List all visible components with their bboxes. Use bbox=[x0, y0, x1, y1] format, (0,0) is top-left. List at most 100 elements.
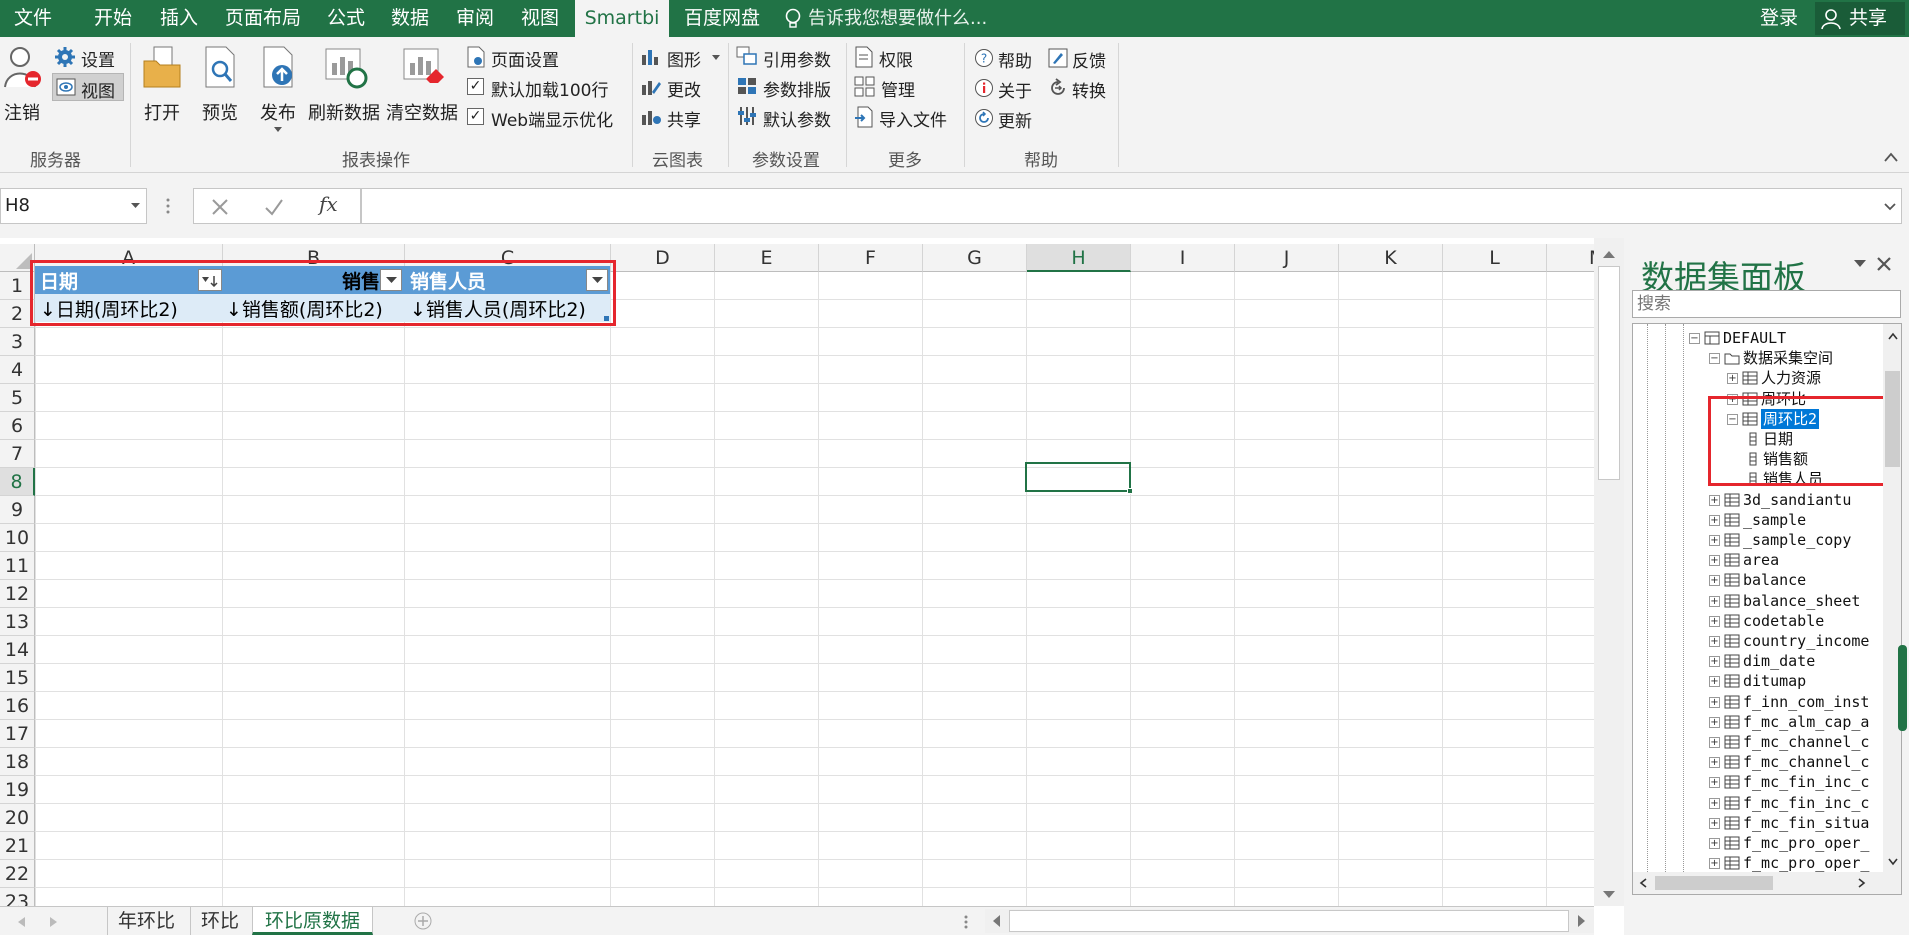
scroll-down-icon[interactable] bbox=[1603, 891, 1615, 899]
tree-item[interactable]: − DEFAULT bbox=[1633, 328, 1883, 348]
web-display-opt-checkbox[interactable]: ✓ Web端显示优化 bbox=[464, 104, 624, 131]
tree-scroll-thumb[interactable] bbox=[1885, 371, 1900, 467]
row-header[interactable]: 17 bbox=[0, 720, 35, 748]
preview-button[interactable]: 预览 bbox=[196, 43, 244, 124]
row-header[interactable]: 23 bbox=[0, 888, 35, 906]
tab-insert[interactable]: 插入 bbox=[160, 0, 198, 37]
tree-item[interactable]: + f_inn_com_inst bbox=[1633, 692, 1883, 712]
chevron-down-icon[interactable] bbox=[131, 203, 140, 209]
permission-button[interactable]: 权限 bbox=[852, 44, 958, 71]
tree-item[interactable]: + ditumap bbox=[1633, 671, 1883, 691]
tree-item[interactable]: + balance bbox=[1633, 570, 1883, 590]
expand-formula-icon[interactable] bbox=[1884, 203, 1896, 211]
tab-smartbi[interactable]: Smartbi bbox=[575, 0, 669, 37]
panel-menu-icon[interactable] bbox=[1854, 260, 1866, 268]
row-header[interactable]: 5 bbox=[0, 384, 35, 412]
scroll-thumb[interactable] bbox=[1598, 266, 1620, 480]
row-header[interactable]: 18 bbox=[0, 748, 35, 776]
vertical-scrollbar[interactable] bbox=[1594, 238, 1624, 906]
name-box[interactable]: H8 bbox=[0, 188, 147, 224]
update-button[interactable]: 更新 bbox=[972, 106, 1038, 132]
tree-expand-icon[interactable]: + bbox=[1709, 595, 1720, 607]
tree-item[interactable]: + f_mc_fin_inc_c bbox=[1633, 772, 1883, 792]
column-header-selected[interactable]: H bbox=[1027, 244, 1131, 272]
clear-data-button[interactable]: 清空数据 bbox=[386, 43, 462, 124]
column-header[interactable]: K bbox=[1339, 244, 1443, 272]
settings-button[interactable]: 设置 bbox=[52, 44, 122, 71]
publish-button[interactable]: 发布 bbox=[254, 43, 302, 139]
tree-expand-icon[interactable]: + bbox=[1709, 494, 1720, 506]
share-chart-button[interactable]: 共享 bbox=[638, 104, 722, 131]
column-header[interactable]: F bbox=[819, 244, 923, 272]
page-setup-button[interactable]: 页面设置 bbox=[464, 44, 614, 71]
sheet-tab-active[interactable]: 环比原数据 bbox=[252, 907, 374, 935]
param-layout-button[interactable]: 参数排版 bbox=[734, 74, 840, 101]
view-button[interactable]: 视图 bbox=[52, 73, 124, 102]
about-button[interactable]: 关于 bbox=[972, 76, 1038, 102]
tree-item[interactable]: + balance_sheet bbox=[1633, 591, 1883, 611]
tree-expand-icon[interactable]: + bbox=[1709, 716, 1720, 728]
scroll-up-icon[interactable] bbox=[1603, 250, 1615, 258]
row-header[interactable]: 6 bbox=[0, 412, 35, 440]
tell-me-search[interactable]: 告诉我您想要做什么... bbox=[808, 0, 987, 37]
tree-item[interactable]: + f_mc_channel_c bbox=[1633, 732, 1883, 752]
sheet-tab[interactable]: 年环比 bbox=[107, 907, 185, 935]
tree-expand-icon[interactable]: + bbox=[1709, 737, 1720, 748]
confirm-check-icon[interactable] bbox=[264, 198, 284, 216]
tree-item[interactable]: +3d_sandiantu bbox=[1633, 490, 1883, 510]
tree-item[interactable]: + f_mc_pro_oper_ bbox=[1633, 833, 1883, 853]
row-header[interactable]: 21 bbox=[0, 832, 35, 860]
tree-item[interactable]: + _sample bbox=[1633, 510, 1883, 530]
tree-expand-icon[interactable]: + bbox=[1709, 757, 1720, 769]
column-header[interactable]: I bbox=[1131, 244, 1235, 272]
tree-item[interactable]: + f_mc_fin_inc_c bbox=[1633, 793, 1883, 813]
spreadsheet-grid[interactable]: A B C D E F G H I J K L M 12345678910111… bbox=[0, 238, 1594, 906]
next-sheet-icon[interactable] bbox=[50, 917, 58, 927]
tab-view[interactable]: 视图 bbox=[521, 0, 559, 37]
tab-page-layout[interactable]: 页面布局 bbox=[225, 0, 301, 37]
row-header[interactable]: 14 bbox=[0, 636, 35, 664]
tree-expand-icon[interactable]: + bbox=[1709, 777, 1720, 789]
tree-expand-icon[interactable]: + bbox=[1709, 656, 1720, 668]
tree-expand-icon[interactable]: + bbox=[1709, 858, 1720, 870]
tab-review[interactable]: 审阅 bbox=[456, 0, 494, 37]
tree-expand-icon[interactable]: + bbox=[1709, 838, 1720, 849]
row-header[interactable]: 20 bbox=[0, 804, 35, 832]
row-header[interactable]: 19 bbox=[0, 776, 35, 804]
tree-hscroll-thumb[interactable] bbox=[1655, 876, 1773, 890]
scroll-down-icon[interactable] bbox=[1888, 858, 1898, 866]
formula-bar-handle-icon[interactable] bbox=[166, 196, 170, 216]
hscroll-thumb[interactable] bbox=[1009, 910, 1569, 932]
scroll-right-icon[interactable] bbox=[1578, 915, 1586, 927]
column-header[interactable]: D bbox=[611, 244, 715, 272]
tree-item[interactable]: + f_mc_channel_c bbox=[1633, 752, 1883, 772]
row-header[interactable]: 10 bbox=[0, 524, 35, 552]
sheet-tab[interactable]: 环比 bbox=[190, 907, 249, 935]
scroll-right-icon[interactable] bbox=[1858, 878, 1866, 888]
tab-data[interactable]: 数据 bbox=[391, 0, 429, 37]
row-header[interactable]: 16 bbox=[0, 692, 35, 720]
column-header[interactable]: J bbox=[1235, 244, 1339, 272]
load-100-rows-checkbox[interactable]: ✓ 默认加载100行 bbox=[464, 74, 624, 101]
share-button[interactable]: 共享 bbox=[1815, 2, 1905, 35]
row-header[interactable]: 13 bbox=[0, 608, 35, 636]
tree-vertical-scrollbar[interactable] bbox=[1883, 324, 1901, 872]
active-cell[interactable] bbox=[1025, 462, 1131, 492]
chart-button[interactable]: 图形 bbox=[638, 44, 722, 71]
tree-item[interactable]: + area bbox=[1633, 550, 1883, 570]
tree-item[interactable]: + _sample_copy bbox=[1633, 530, 1883, 550]
dataset-tree[interactable]: − DEFAULT − 数据采集空间 + 人力资源 + 周环比 − 周环比2 日期 销售额 销售人员 +3… bbox=[1632, 323, 1902, 895]
convert-button[interactable]: 转换 bbox=[1046, 76, 1112, 102]
prev-sheet-icon[interactable] bbox=[18, 917, 26, 927]
tree-expand-icon[interactable]: + bbox=[1709, 636, 1720, 647]
tree-expand-icon[interactable]: + bbox=[1709, 555, 1720, 567]
row-header[interactable]: 22 bbox=[0, 860, 35, 888]
tree-expand-icon[interactable]: + bbox=[1709, 676, 1720, 688]
insert-function-icon[interactable]: fx bbox=[319, 192, 338, 216]
tree-collapse-icon[interactable]: − bbox=[1709, 353, 1720, 365]
tree-collapse-icon[interactable]: − bbox=[1689, 333, 1700, 344]
formula-input[interactable] bbox=[361, 188, 1902, 224]
tree-item[interactable]: + codetable bbox=[1633, 611, 1883, 631]
row-header[interactable]: 7 bbox=[0, 440, 35, 468]
column-header[interactable]: M bbox=[1547, 244, 1594, 272]
